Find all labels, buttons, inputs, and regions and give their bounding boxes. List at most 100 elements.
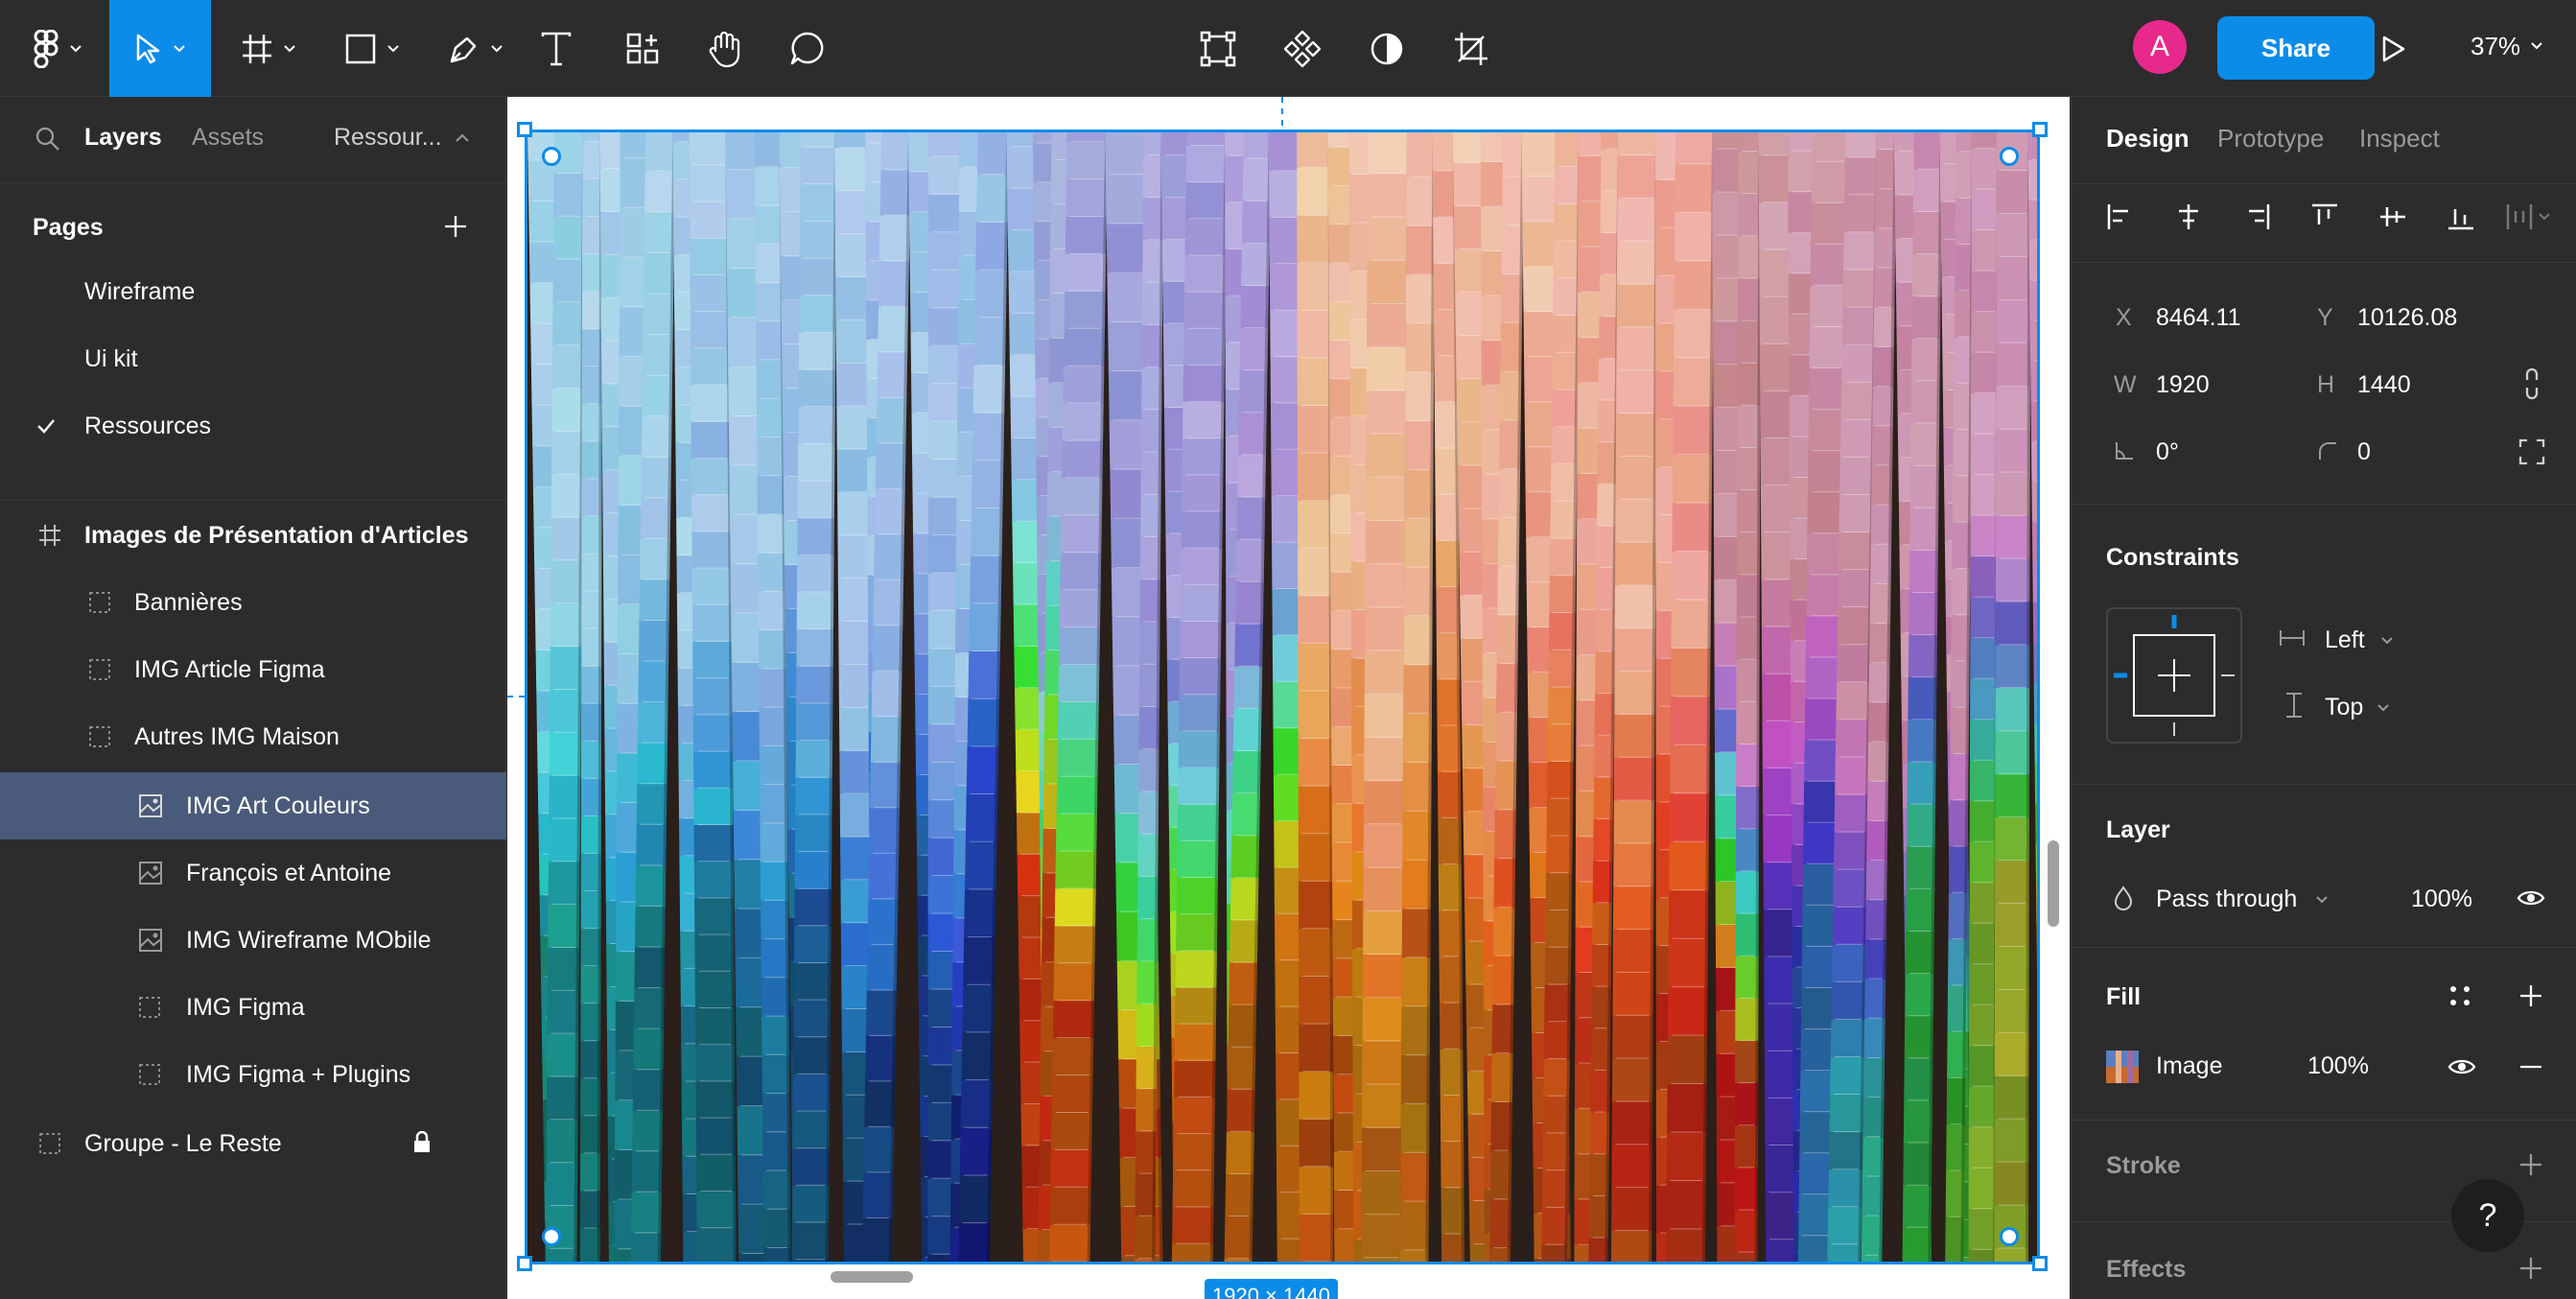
- image-icon: [139, 929, 162, 952]
- resize-handle-top-left[interactable]: [517, 122, 532, 137]
- w-input[interactable]: 1920: [2156, 371, 2210, 399]
- distribute-icon[interactable]: [2505, 202, 2559, 231]
- text-tool-button[interactable]: [537, 0, 575, 97]
- page-item-wireframe[interactable]: Wireframe: [0, 258, 506, 325]
- check-icon: [37, 419, 55, 434]
- layer-row[interactable]: Groupe - Le Reste: [0, 1110, 506, 1177]
- tab-assets[interactable]: Assets: [192, 124, 264, 152]
- present-button[interactable]: [2373, 0, 2415, 97]
- x-input[interactable]: 8464.11: [2156, 304, 2241, 332]
- add-effect-icon[interactable]: [2518, 1256, 2543, 1281]
- hand-tool-button[interactable]: [704, 0, 746, 97]
- align-vertical-center-icon[interactable]: [2378, 202, 2407, 231]
- chevron-down-icon: [174, 44, 185, 52]
- page-switcher[interactable]: Ressour...: [334, 124, 442, 152]
- fill-type[interactable]: Image: [2156, 1052, 2222, 1080]
- search-icon[interactable]: [35, 126, 61, 153]
- page-item-ressources[interactable]: Ressources: [0, 392, 506, 460]
- eye-icon[interactable]: [2447, 1056, 2476, 1077]
- help-button[interactable]: ?: [2451, 1179, 2524, 1252]
- add-page-icon[interactable]: [443, 214, 468, 239]
- comment-tool-button[interactable]: [786, 0, 829, 97]
- constrain-proportions-icon[interactable]: [2522, 367, 2541, 400]
- add-fill-icon[interactable]: [2518, 983, 2543, 1008]
- corner-radius-handle[interactable]: [2000, 1227, 2019, 1246]
- h-input[interactable]: 1440: [2357, 371, 2411, 399]
- frame-tool-button[interactable]: [230, 0, 307, 97]
- pen-tool-button[interactable]: [437, 0, 514, 97]
- layer-row[interactable]: Autres IMG Maison: [0, 703, 506, 770]
- tab-layers[interactable]: Layers: [84, 124, 162, 152]
- resize-handle-bottom-right[interactable]: [2032, 1256, 2048, 1271]
- horizontal-scrollbar[interactable]: [831, 1271, 913, 1283]
- styles-grid-icon[interactable]: [2447, 983, 2472, 1008]
- color-swatch-art-image: [527, 132, 2037, 1262]
- mask-button[interactable]: [1366, 0, 1408, 97]
- fill-opacity-input[interactable]: 100%: [2307, 1052, 2369, 1080]
- rectangle-icon: [345, 34, 376, 63]
- lock-icon[interactable]: [412, 1131, 432, 1154]
- corner-radius-handle[interactable]: [542, 147, 561, 166]
- canvas[interactable]: 1920 × 1440: [507, 97, 2070, 1299]
- resize-handle-bottom-left[interactable]: [517, 1256, 532, 1271]
- edit-object-icon: [1200, 31, 1236, 66]
- align-horizontal-center-icon[interactable]: [2174, 202, 2203, 231]
- horizontal-constraint-select[interactable]: Left: [2325, 626, 2365, 654]
- corner-radius-input[interactable]: 0: [2357, 438, 2371, 466]
- vertical-constraint-icon: [2286, 693, 2302, 718]
- move-tool-button[interactable]: [109, 0, 211, 97]
- layer-row[interactable]: IMG Article Figma: [0, 636, 506, 703]
- layer-row[interactable]: Bannières: [0, 569, 506, 636]
- align-bottom-icon[interactable]: [2447, 202, 2475, 231]
- component-icon: [1283, 30, 1322, 67]
- add-stroke-icon[interactable]: [2518, 1152, 2543, 1177]
- x-label: X: [2116, 304, 2132, 331]
- edit-object-button[interactable]: [1197, 0, 1239, 97]
- layer-row[interactable]: IMG Figma + Plugins: [0, 1041, 506, 1108]
- tab-inspect[interactable]: Inspect: [2359, 124, 2440, 154]
- create-component-button[interactable]: [1281, 0, 1323, 97]
- rotation-input[interactable]: 0°: [2156, 438, 2179, 466]
- page-item-label: Ui kit: [84, 344, 138, 372]
- play-icon: [2382, 35, 2405, 61]
- layer-row[interactable]: Images de Présentation d'Articles: [0, 502, 506, 569]
- align-right-icon[interactable]: [2242, 202, 2271, 231]
- layer-row[interactable]: IMG Figma: [0, 974, 506, 1041]
- crop-button[interactable]: [1450, 0, 1492, 97]
- vertical-scrollbar[interactable]: [2048, 840, 2059, 927]
- effects-title: Effects: [2106, 1256, 2187, 1283]
- independent-corners-icon[interactable]: [2518, 438, 2545, 465]
- layer-row[interactable]: François et Antoine: [0, 839, 506, 907]
- main-menu-button[interactable]: [19, 0, 96, 97]
- frame-icon: [243, 34, 271, 63]
- layer-row[interactable]: IMG Wireframe MObile: [0, 907, 506, 974]
- resources-tool-button[interactable]: [621, 0, 664, 97]
- pages-title: Pages: [33, 214, 104, 241]
- selected-image-frame[interactable]: [525, 130, 2040, 1264]
- chevron-up-icon[interactable]: [455, 133, 470, 143]
- align-left-icon[interactable]: [2106, 202, 2135, 231]
- corner-radius-handle[interactable]: [2000, 147, 2019, 166]
- align-top-icon[interactable]: [2310, 202, 2339, 231]
- tab-design[interactable]: Design: [2106, 124, 2190, 154]
- section-icon: [139, 1064, 160, 1085]
- avatar[interactable]: A: [2133, 20, 2187, 74]
- share-button[interactable]: Share: [2217, 16, 2375, 80]
- layer-divider: [2072, 947, 2576, 948]
- resize-handle-top-right[interactable]: [2032, 122, 2048, 137]
- page-item-ui-kit[interactable]: Ui kit: [0, 325, 506, 392]
- layer-row-selected[interactable]: IMG Art Couleurs: [0, 772, 506, 839]
- y-input[interactable]: 10126.08: [2357, 304, 2457, 332]
- blend-mode-select[interactable]: Pass through: [2156, 886, 2297, 913]
- zoom-menu[interactable]: 37%: [2471, 27, 2543, 65]
- swatch-strip: [1610, 132, 1659, 1262]
- corner-radius-handle[interactable]: [542, 1227, 561, 1246]
- shape-tool-button[interactable]: [334, 0, 410, 97]
- eye-icon[interactable]: [2517, 887, 2545, 909]
- tab-prototype[interactable]: Prototype: [2217, 124, 2324, 154]
- remove-fill-icon[interactable]: [2518, 1056, 2543, 1077]
- fill-image-thumbnail[interactable]: [2106, 1051, 2139, 1083]
- constraints-widget[interactable]: [2106, 607, 2242, 744]
- vertical-constraint-select[interactable]: Top: [2325, 694, 2363, 721]
- layer-opacity-input[interactable]: 100%: [2411, 886, 2472, 913]
